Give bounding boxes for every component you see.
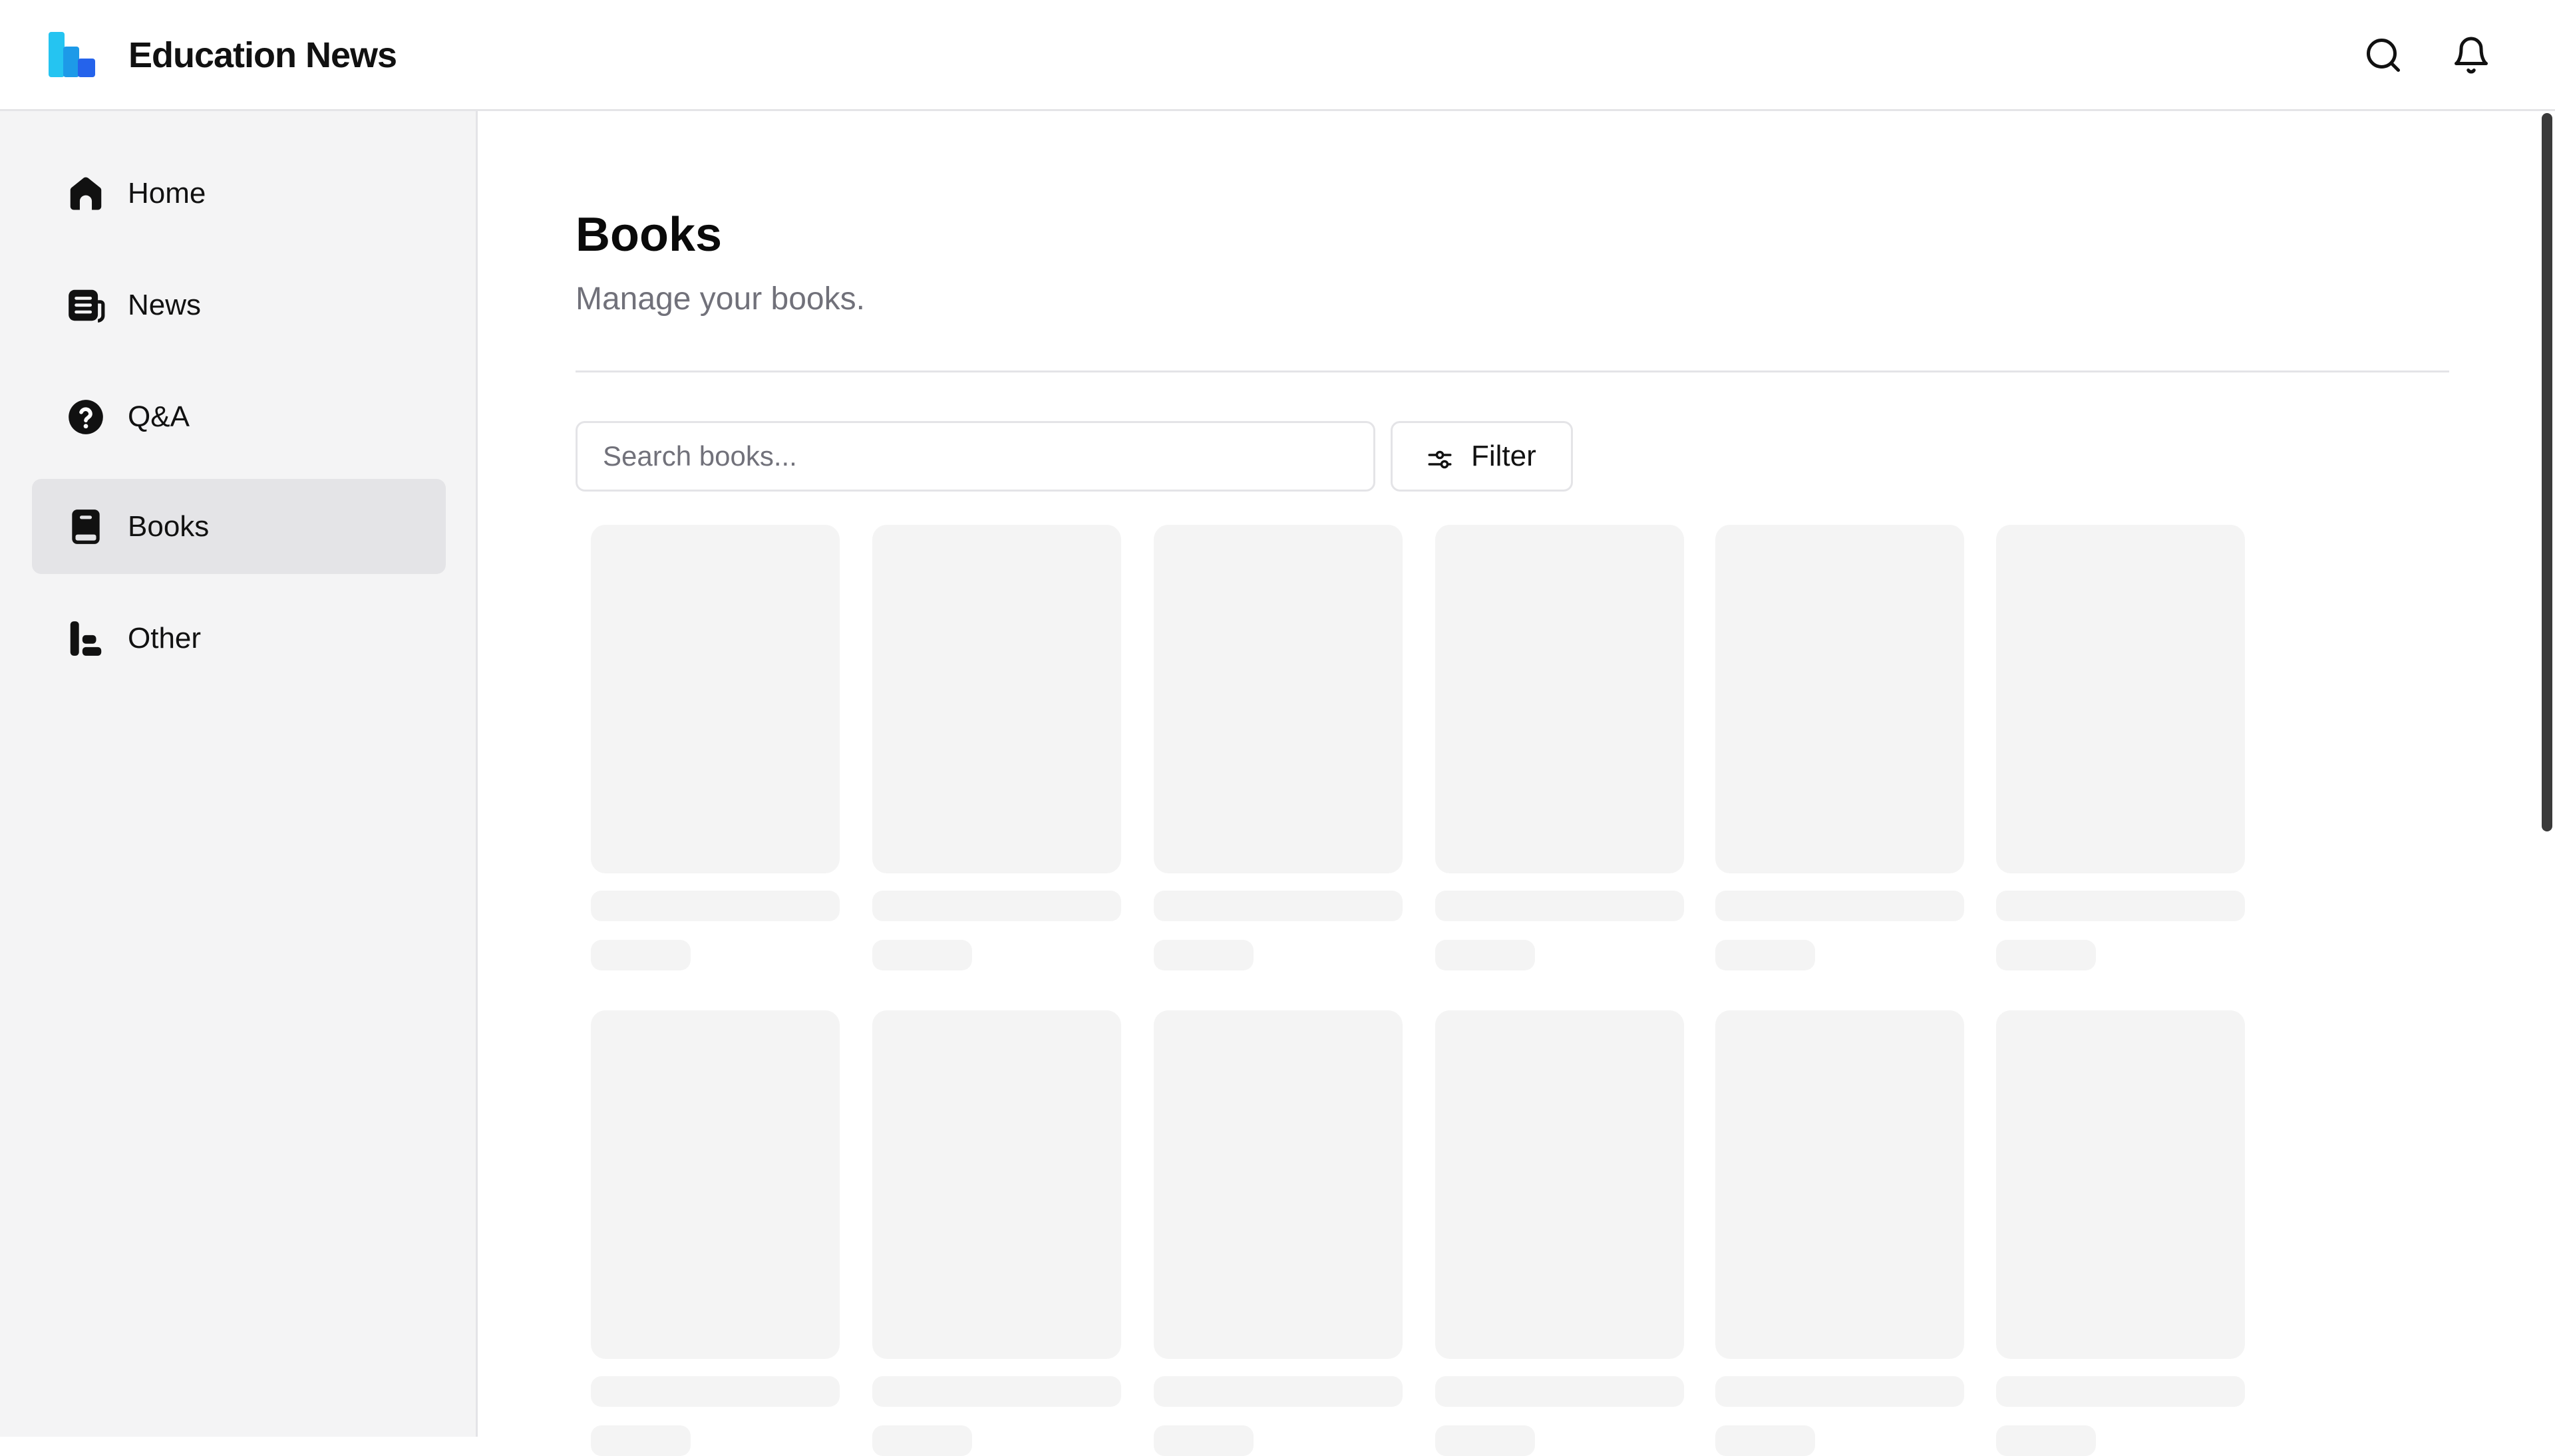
book-title-skeleton <box>1715 1376 1964 1407</box>
book-meta-skeleton <box>591 940 691 970</box>
sidebar-item-news[interactable]: News <box>32 257 446 353</box>
book-cover-skeleton <box>1715 1010 1964 1359</box>
book-meta-skeleton <box>872 940 972 970</box>
book-cover-skeleton <box>591 1010 840 1359</box>
book-cover-skeleton <box>1154 1010 1403 1359</box>
book-cover-skeleton <box>872 1010 1121 1359</box>
book-cover-skeleton <box>591 525 840 873</box>
page-subtitle: Manage your books. <box>576 281 865 317</box>
sidebar-item-label: Home <box>128 176 206 210</box>
book-cover-skeleton <box>1435 525 1684 873</box>
search-icon[interactable] <box>2363 35 2404 76</box>
book-cover-skeleton <box>1996 1010 2245 1359</box>
book-cover-skeleton <box>1154 525 1403 873</box>
book-title-skeleton <box>872 1376 1121 1407</box>
book-icon <box>65 506 106 547</box>
newspaper-icon <box>65 285 106 326</box>
app-title: Education News <box>128 35 397 75</box>
sidebar-item-books[interactable]: Books <box>32 479 446 574</box>
book-title-skeleton <box>1715 891 1964 921</box>
app-logo-icon <box>49 32 96 78</box>
book-cover-skeleton <box>1996 525 2245 873</box>
top-bar: Education News <box>0 0 2555 111</box>
sidebar: Home News Q&A Books Other <box>0 111 478 1437</box>
question-circle-icon <box>65 396 106 438</box>
sliders-icon <box>1426 446 1454 474</box>
book-title-skeleton <box>1435 891 1684 921</box>
book-title-skeleton <box>1996 1376 2245 1407</box>
book-meta-skeleton <box>1435 1425 1535 1456</box>
book-meta-skeleton <box>872 1425 972 1456</box>
book-cover-skeleton <box>1715 525 1964 873</box>
sidebar-item-qa[interactable]: Q&A <box>32 369 446 464</box>
filter-button[interactable]: Filter <box>1391 421 1573 492</box>
book-cover-skeleton <box>1435 1010 1684 1359</box>
book-title-skeleton <box>1154 891 1403 921</box>
book-title-skeleton <box>591 1376 840 1407</box>
book-meta-skeleton <box>1715 1425 1815 1456</box>
sidebar-item-other[interactable]: Other <box>32 591 446 686</box>
sidebar-item-label: News <box>128 288 202 321</box>
sidebar-item-label: Q&A <box>128 400 190 433</box>
page-title: Books <box>576 208 723 261</box>
book-title-skeleton <box>872 891 1121 921</box>
book-meta-skeleton <box>1996 1425 2096 1456</box>
book-title-skeleton <box>1996 891 2245 921</box>
book-meta-skeleton <box>1154 1425 1254 1456</box>
divider <box>576 370 2449 372</box>
other-icon <box>65 618 106 659</box>
book-cover-skeleton <box>872 525 1121 873</box>
home-icon <box>65 173 106 214</box>
book-title-skeleton <box>1435 1376 1684 1407</box>
sidebar-item-label: Other <box>128 621 202 655</box>
scrollbar-thumb[interactable] <box>2542 113 2552 831</box>
book-title-skeleton <box>1154 1376 1403 1407</box>
brand[interactable]: Education News <box>49 32 397 78</box>
filter-label: Filter <box>1471 440 1536 472</box>
sidebar-item-label: Books <box>128 510 210 543</box>
search-input[interactable] <box>576 421 1375 492</box>
book-meta-skeleton <box>1435 940 1535 970</box>
book-meta-skeleton <box>1996 940 2096 970</box>
book-meta-skeleton <box>1715 940 1815 970</box>
book-meta-skeleton <box>1154 940 1254 970</box>
sidebar-item-home[interactable]: Home <box>32 146 446 241</box>
book-title-skeleton <box>591 891 840 921</box>
book-meta-skeleton <box>591 1425 691 1456</box>
main-content: Books Manage your books. Filter <box>480 111 2555 1456</box>
bell-icon[interactable] <box>2451 35 2492 76</box>
